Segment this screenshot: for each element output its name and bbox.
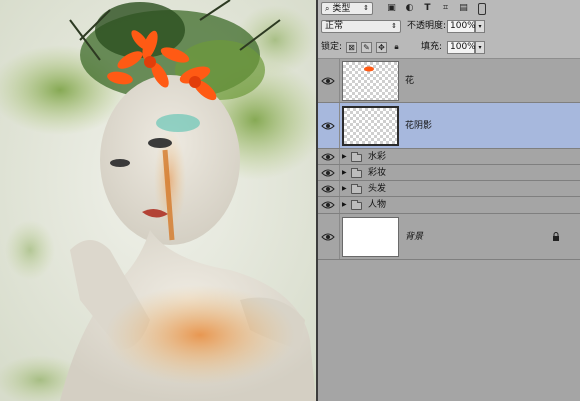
opacity-label: 不透明度: [407,21,447,31]
layer-group-watercolor[interactable]: ▶ 水彩 [318,149,580,165]
layer-name: 人物 [368,200,387,210]
folder-icon [351,168,362,178]
fill-slider-button[interactable]: ▾ [475,41,485,54]
type-filter-icon[interactable]: T [422,3,433,14]
filter-toggle-icon[interactable] [478,3,486,15]
layers-panel: ⌕ 类型 ⇕ ▣ ◐ T ⌗ ▤ 正常 ⇕ 不透明度: 100% ▾ 锁定: ⊠… [318,0,580,401]
search-icon: ⌕ [325,4,330,13]
layer-group-hair[interactable]: ▶ 头发 [318,181,580,197]
eye-column-divider [339,103,340,148]
expand-triangle-icon[interactable]: ▶ [342,151,347,163]
image-filter-icon[interactable]: ▣ [386,3,397,14]
blend-mode-dropdown[interactable]: 正常 ⇕ [321,20,401,33]
expand-triangle-icon[interactable]: ▶ [342,167,347,179]
eye-column-divider [339,214,340,259]
lock-label: 锁定: [321,42,343,52]
filter-kind-label: 类型 [332,4,351,14]
smart-object-filter-icon[interactable]: ▤ [458,3,469,14]
lock-transparent-icon[interactable]: ⊠ [346,42,357,53]
dropdown-arrow-icon: ⇕ [391,22,397,30]
layer-name: 花阴影 [405,121,433,131]
layer-group-figure[interactable]: ▶ 人物 [318,197,580,214]
opacity-slider-button[interactable]: ▾ [475,20,485,33]
layer-group-makeup[interactable]: ▶ 彩妆 [318,165,580,181]
artwork-image [0,0,316,401]
blend-options-bar: 正常 ⇕ 不透明度: 100% ▾ [318,17,580,37]
opacity-field[interactable]: 100% [447,20,476,33]
visibility-eye-icon[interactable] [321,168,335,178]
visibility-eye-icon[interactable] [321,184,335,194]
folder-icon [351,152,362,162]
lock-all-icon[interactable]: 🔒︎ [391,42,402,53]
visibility-eye-icon[interactable] [321,152,335,162]
layer-name: 水彩 [368,152,387,162]
blend-mode-value: 正常 [325,21,344,31]
lock-fill-bar: 锁定: ⊠ ✎ ✥ 🔒︎ 填充: 100% ▾ [318,36,580,59]
expand-triangle-icon[interactable]: ▶ [342,183,347,195]
layer-thumbnail [342,217,399,257]
layer-lock-icon [552,232,560,241]
layer-name: 花 [405,76,415,86]
fill-label: 填充: [421,42,443,52]
layer-thumbnail [342,106,399,146]
folder-icon [351,200,362,210]
expand-triangle-icon[interactable]: ▶ [342,199,347,211]
fill-field[interactable]: 100% [447,41,476,54]
filter-kind-dropdown[interactable]: ⌕ 类型 ⇕ [321,2,373,15]
layer-thumbnail [342,61,399,101]
adjustment-filter-icon[interactable]: ◐ [404,3,415,14]
shape-filter-icon[interactable]: ⌗ [440,3,451,14]
layer-row-flower[interactable]: 花 [318,59,580,103]
visibility-eye-icon[interactable] [321,76,335,86]
folder-icon [351,184,362,194]
visibility-eye-icon[interactable] [321,121,335,131]
layer-row-flower-shadow[interactable]: 花阴影 [318,103,580,149]
layer-name: 背景 [405,232,424,242]
layer-name: 彩妆 [368,168,387,178]
layer-row-background[interactable]: 背景 [318,214,580,260]
eye-column-divider [339,197,340,213]
eye-column-divider [339,165,340,180]
eye-column-divider [339,149,340,164]
eye-column-divider [339,181,340,196]
lock-position-icon[interactable]: ✥ [376,42,387,53]
layer-name: 头发 [368,184,387,194]
visibility-eye-icon[interactable] [321,232,335,242]
eye-column-divider [339,59,340,102]
document-canvas[interactable] [0,0,316,401]
visibility-eye-icon[interactable] [321,200,335,210]
lock-image-icon[interactable]: ✎ [361,42,372,53]
layer-filter-bar: ⌕ 类型 ⇕ ▣ ◐ T ⌗ ▤ [318,0,580,18]
dropdown-arrow-icon: ⇕ [363,4,369,12]
